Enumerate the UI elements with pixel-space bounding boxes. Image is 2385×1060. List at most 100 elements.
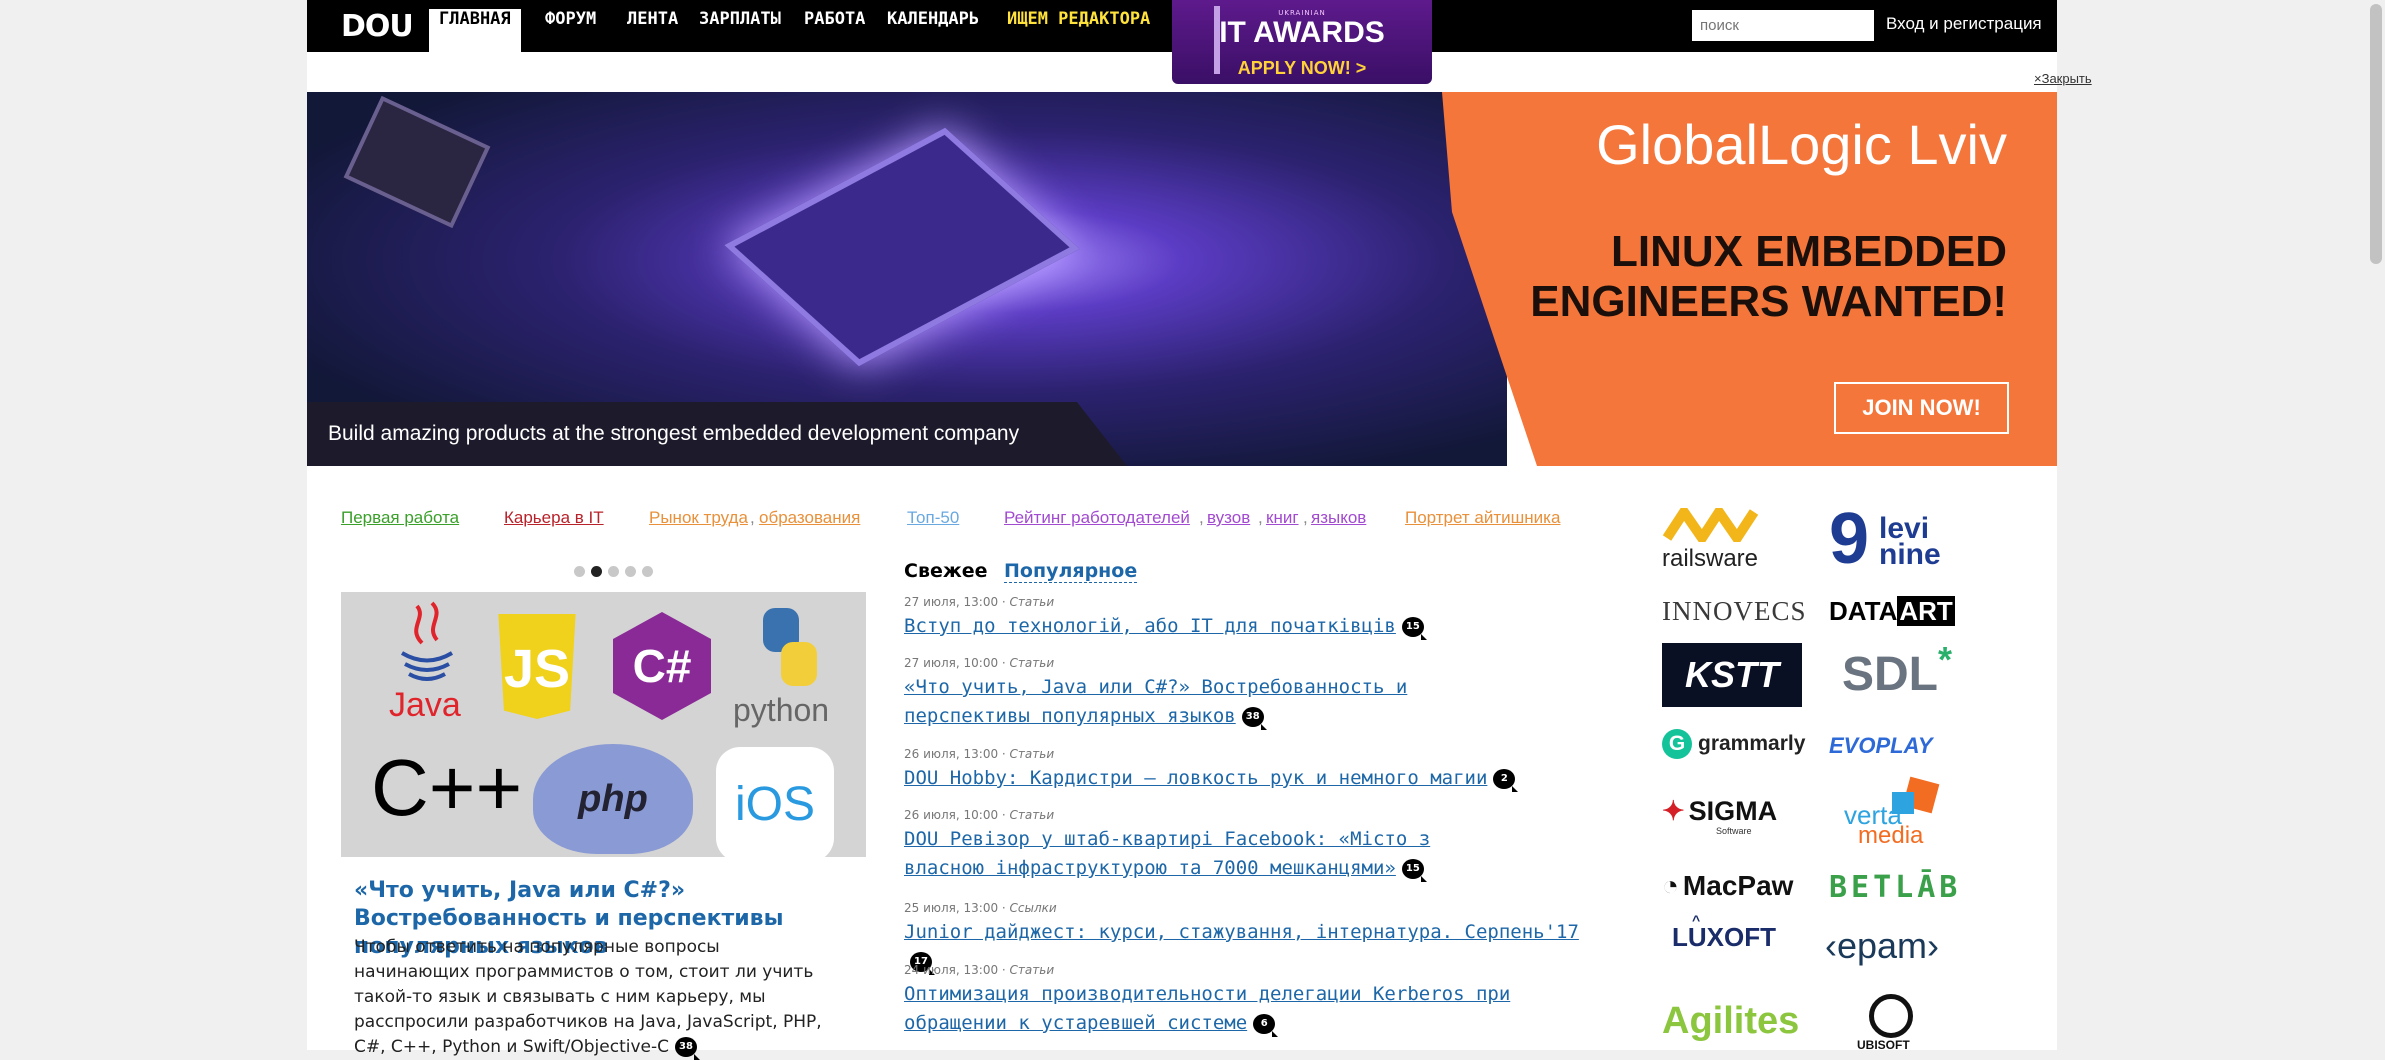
tag-separator: , — [1303, 508, 1308, 527]
asterisk-icon: * — [1938, 639, 1953, 680]
dou-logo[interactable]: DOU — [341, 9, 414, 44]
sigma-star-icon: ✦ — [1662, 796, 1685, 826]
article-category: Статьи — [1009, 595, 1055, 609]
tag-education[interactable]: образования — [759, 508, 860, 528]
languages-slide-image[interactable]: Java JS C# python C++ php iOS — [341, 592, 866, 857]
article-link[interactable]: Вступ до технологій, або IT для початків… — [904, 612, 1584, 641]
article-title[interactable]: Junior дайджест: курси, стажування, інте… — [904, 921, 1579, 943]
levi-nine-number: 9 — [1829, 499, 1870, 579]
grammarly-label: grammarly — [1698, 732, 1806, 755]
awards-apply-link[interactable]: APPLY NOW! > — [1172, 58, 1432, 79]
tag-first-job[interactable]: Первая работа — [341, 508, 459, 528]
comments-count-badge[interactable]: 38 — [1241, 706, 1267, 730]
comments-count-badge[interactable]: 38 — [674, 1037, 700, 1060]
banner-headline: LINUX EMBEDDED ENGINEERS WANTED! — [1530, 227, 2007, 326]
tag-separator: , — [1199, 508, 1204, 527]
article-title[interactable]: DOU Hobby: Кардистри — ловкость рук и не… — [904, 767, 1487, 789]
article-link[interactable]: DOU Hobby: Кардистри — ловкость рук и не… — [904, 764, 1584, 793]
nav-salaries[interactable]: ЗАРПЛАТЫ — [689, 9, 791, 52]
slider-dot[interactable] — [608, 566, 619, 577]
innovecs-logo[interactable]: INNOVECS — [1662, 596, 1807, 627]
grammarly-g-icon: G — [1662, 729, 1692, 759]
ubisoft-logo[interactable]: UBISOFT — [1857, 990, 1927, 1052]
nav-looking-for-editor[interactable]: ИЩЕМ РЕДАКТОРА — [997, 9, 1160, 52]
kst-logo[interactable]: KSTT — [1662, 643, 1802, 707]
nav-calendar[interactable]: КАЛЕНДАРЬ — [877, 9, 989, 52]
luxoft-logo[interactable]: ^ LUXOFT — [1672, 912, 1776, 953]
macpaw-label: MacPaw — [1682, 870, 1794, 901]
article-meta: 24 июля, 13:00 · Статьи — [904, 963, 1055, 977]
article-title[interactable]: Вступ до технологій, або IT для початків… — [904, 615, 1396, 637]
railsware-logo[interactable]: railsware — [1662, 503, 1772, 572]
slider-dot[interactable] — [574, 566, 585, 577]
comments-count-badge[interactable]: 15 — [1401, 858, 1427, 882]
sdl-logo[interactable]: SDL * — [1842, 639, 1952, 702]
search-input[interactable] — [1692, 10, 1874, 41]
comments-count-badge[interactable]: 2 — [1493, 768, 1519, 792]
epam-logo[interactable]: ‹epam› — [1825, 925, 1939, 967]
agilites-logo[interactable]: Agilites — [1662, 1000, 1799, 1043]
tag-languages[interactable]: языков — [1311, 508, 1366, 528]
js-logo: JS — [498, 614, 576, 719]
tag-labor-market[interactable]: Рынок труда — [649, 508, 748, 528]
article-title[interactable]: DOU Ревізор у штаб-квартирі Facebook: «М… — [904, 828, 1430, 879]
tag-employer-rating[interactable]: Рейтинг работодателей — [1004, 508, 1190, 528]
awards-title: IT AWARDS — [1219, 16, 1385, 49]
login-link[interactable]: Вход и регистрация — [1886, 14, 2042, 34]
tag-it-portrait[interactable]: Портрет айтишника — [1405, 508, 1560, 528]
tag-top-50[interactable]: Топ-50 — [907, 508, 959, 528]
dataart-logo[interactable]: DATAART — [1829, 596, 1955, 627]
tag-books[interactable]: книг — [1266, 508, 1299, 528]
article-title[interactable]: «Что учить, Java или C#?» Востребованнос… — [904, 676, 1407, 727]
slider-dot[interactable] — [642, 566, 653, 577]
dataart-label-b: ART — [1897, 596, 1955, 626]
nav-feed[interactable]: ЛЕНТА — [617, 9, 688, 52]
java-logo: Java — [387, 598, 467, 728]
article-title[interactable]: Оптимизация производительности делегации… — [904, 983, 1510, 1034]
railsware-mark-icon — [1662, 503, 1759, 547]
slider-dot[interactable] — [625, 566, 636, 577]
article-date: 27 июля, 10:00 — [904, 656, 999, 670]
tag-it-career[interactable]: Карьера в IT — [504, 508, 604, 528]
tab-fresh[interactable]: Свежее — [904, 560, 988, 582]
close-banner-link[interactable]: ×Закрыть — [2034, 71, 2092, 86]
scrollbar-thumb[interactable] — [2370, 4, 2382, 264]
verta-media-logo[interactable]: verta media — [1844, 776, 1954, 849]
levi-nine-logo[interactable]: 9 levi nine — [1829, 503, 1941, 575]
article-link[interactable]: DOU Ревізор у штаб-квартирі Facebook: «М… — [904, 825, 1484, 883]
article-link[interactable]: Оптимизация производительности делегации… — [904, 980, 1584, 1038]
sigma-logo[interactable]: ✦ SIGMA Software — [1662, 796, 1777, 836]
globallogic-banner[interactable]: GlobalLogic Lviv LINUX EMBEDDED ENGINEER… — [307, 92, 2057, 466]
slider-dot[interactable] — [591, 566, 602, 577]
betlab-logo[interactable]: BETLĀB — [1829, 870, 1961, 905]
tag-universities[interactable]: вузов — [1207, 508, 1250, 528]
comments-count-badge[interactable]: 15 — [1401, 616, 1427, 640]
python-label: python — [733, 692, 830, 728]
nav-jobs[interactable]: РАБОТА — [794, 9, 875, 52]
verta-label-b: media — [1858, 822, 1924, 849]
chevron-up-icon: ^ — [1692, 912, 1701, 928]
ios-logo: iOS — [716, 747, 834, 857]
nav-forum[interactable]: ФОРУМ — [535, 9, 606, 52]
article-category: Статьи — [1009, 963, 1055, 977]
python-logo: python — [733, 604, 843, 734]
article-date: 26 июля, 10:00 — [904, 808, 999, 822]
article-link[interactable]: «Что учить, Java или C#?» Востребованнос… — [904, 673, 1484, 731]
it-awards-badge[interactable]: UKRAINIAN IT AWARDS APPLY NOW! > — [1172, 0, 1432, 84]
page-scrollbar[interactable] — [2366, 0, 2385, 1050]
join-now-button[interactable]: JOIN NOW! — [1834, 382, 2009, 434]
featured-article-text: Чтобы ответить на популярные вопросы нач… — [354, 935, 824, 1060]
macpaw-c-icon: ◔ — [1662, 870, 1679, 901]
sigma-sub-label: Software — [1716, 826, 1752, 836]
article-category: Статьи — [1009, 808, 1055, 822]
macpaw-logo[interactable]: ◔ MacPaw — [1662, 870, 1793, 902]
nav-main[interactable]: ГЛАВНАЯ — [429, 9, 521, 52]
csharp-logo: C# — [613, 612, 711, 720]
java-cup-icon — [400, 601, 454, 681]
python-snakes-icon — [763, 608, 817, 686]
comments-count-badge[interactable]: 6 — [1253, 1013, 1279, 1037]
grammarly-logo[interactable]: Ggrammarly — [1662, 729, 1805, 759]
evoplay-logo[interactable]: EVOPLAY — [1829, 733, 1933, 759]
banner-tagline: Build amazing products at the strongest … — [328, 422, 1020, 445]
tab-popular[interactable]: Популярное — [1004, 560, 1138, 583]
